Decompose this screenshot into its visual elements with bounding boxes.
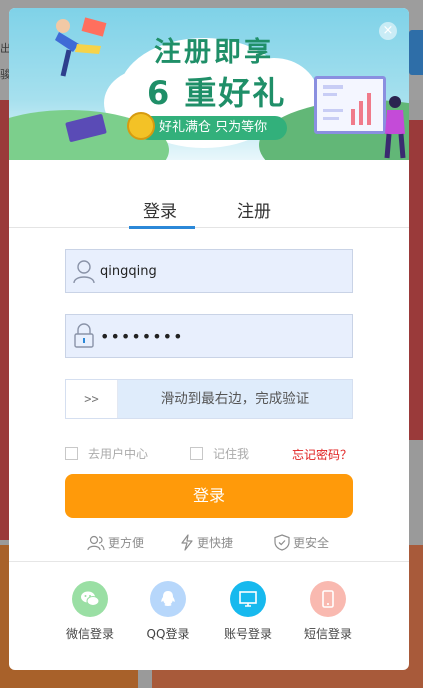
- user-center-label: 去用户中心: [88, 447, 149, 461]
- divider: [9, 561, 409, 562]
- remember-checkbox[interactable]: [190, 447, 203, 460]
- account-login-label: 账号登录: [223, 627, 272, 641]
- active-tab-indicator: [129, 226, 195, 229]
- user-center-checkbox[interactable]: [65, 447, 78, 460]
- lock-icon: [74, 323, 94, 348]
- forgot-password-link[interactable]: 忘记密码？: [292, 446, 352, 463]
- banner-subheadline: 6 重好礼: [147, 74, 287, 112]
- feature-label: 更方便: [108, 536, 145, 550]
- promo-banner: 注册即享 6 重好礼 好礼满仓 只为等你 ×: [9, 8, 409, 160]
- account-login-button[interactable]: 账号登录: [208, 581, 288, 642]
- user-center-option: 去用户中心: [65, 445, 148, 462]
- background-red-panel: [409, 120, 423, 440]
- tab-register[interactable]: 注册: [237, 197, 271, 222]
- monitor-icon: [230, 581, 266, 617]
- user-icon: [73, 260, 95, 284]
- slide-verify: >> 滑动到最右边，完成验证: [65, 379, 353, 419]
- feature-fast: 更快捷: [180, 534, 233, 551]
- username-field: [65, 249, 353, 293]
- people-icon: [87, 535, 105, 551]
- wechat-login-button[interactable]: 微信登录: [50, 581, 130, 642]
- banner-pill: 好礼满仓 只为等你: [137, 116, 287, 140]
- feature-label: 更安全: [293, 536, 330, 550]
- close-icon: ×: [382, 23, 394, 38]
- background-blue-tab: [409, 30, 423, 75]
- coins-icon: [127, 112, 155, 140]
- qq-penguin-icon: [150, 581, 186, 617]
- remember-option: 记住我: [190, 445, 249, 462]
- feature-secure: 更安全: [274, 534, 329, 551]
- remember-label: 记住我: [213, 447, 250, 461]
- login-modal: 注册即享 6 重好礼 好礼满仓 只为等你 × 登录 注册 qingqing ••…: [9, 8, 409, 670]
- standing-person-illustration: [384, 96, 406, 159]
- banner-headline: 注册即享: [154, 37, 274, 68]
- wechat-icon: [72, 581, 108, 617]
- qq-login-button[interactable]: QQ登录: [128, 581, 208, 642]
- slide-verify-label: 滑动到最右边，完成验证: [160, 391, 310, 407]
- password-input[interactable]: [100, 315, 346, 357]
- qq-login-label: QQ登录: [146, 627, 190, 641]
- flying-person-illustration: [55, 17, 107, 77]
- phone-icon: [310, 581, 346, 617]
- wechat-login-label: 微信登录: [65, 627, 114, 641]
- chart-board-illustration: [314, 76, 386, 134]
- username-input[interactable]: [100, 250, 346, 292]
- password-field: [65, 314, 353, 358]
- login-register-tabs: 登录 注册: [9, 194, 409, 229]
- slide-verify-handle[interactable]: >>: [66, 380, 118, 418]
- feature-label: 更快捷: [197, 536, 234, 550]
- login-button[interactable]: 登录: [65, 474, 353, 518]
- sms-login-button[interactable]: 短信登录: [288, 581, 368, 642]
- lightning-icon: [181, 534, 193, 551]
- close-button[interactable]: ×: [379, 22, 397, 40]
- feature-convenient: 更方便: [87, 534, 144, 551]
- sms-login-label: 短信登录: [303, 627, 352, 641]
- tab-login[interactable]: 登录: [143, 197, 177, 222]
- shield-check-icon: [274, 534, 290, 551]
